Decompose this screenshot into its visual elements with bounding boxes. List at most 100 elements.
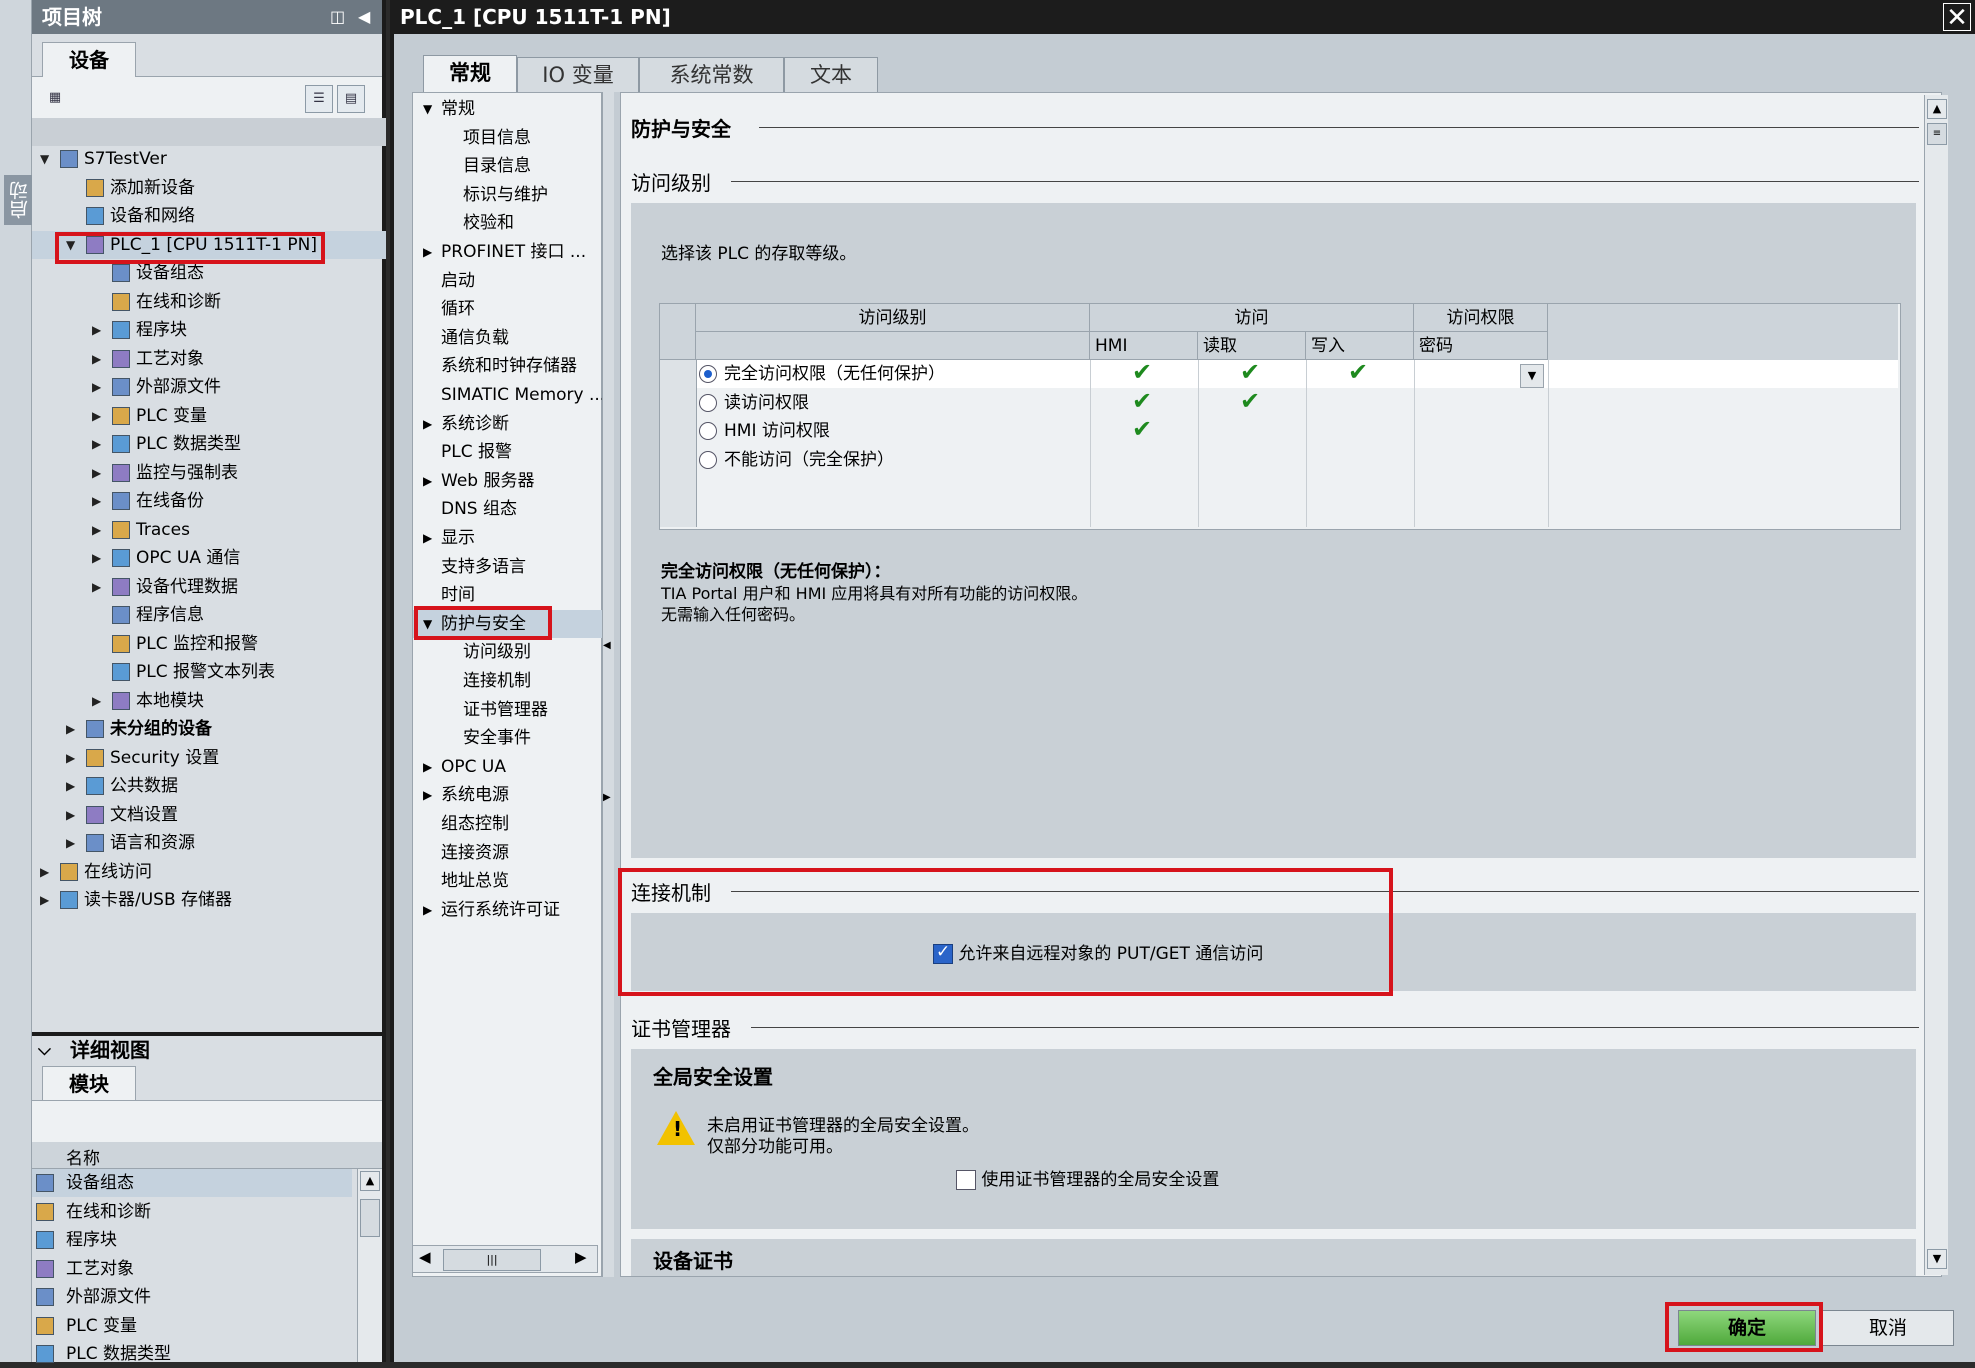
- tree-item[interactable]: 在线和诊断: [32, 288, 386, 316]
- access-radio[interactable]: [699, 365, 717, 383]
- nav-item[interactable]: 目录信息: [413, 152, 603, 180]
- nav-item[interactable]: 访问级别: [413, 638, 603, 666]
- h-scroll-thumb[interactable]: |||: [443, 1249, 541, 1271]
- list-view-icon[interactable]: ☰: [305, 85, 333, 113]
- detail-list-item[interactable]: PLC 数据类型: [32, 1340, 352, 1368]
- tree-item[interactable]: ▶ PLC 变量: [32, 402, 386, 430]
- tree-item[interactable]: ▶ PLC 数据类型: [32, 430, 386, 458]
- collapse-arrow-icon[interactable]: ▶: [423, 896, 432, 924]
- tree-item[interactable]: ▼ S7TestVer: [32, 145, 386, 173]
- collapse-arrow-icon[interactable]: ▶: [66, 715, 75, 743]
- access-radio[interactable]: [699, 450, 717, 469]
- collapse-arrow-icon[interactable]: ▶: [423, 524, 432, 552]
- collapse-arrow-icon[interactable]: ▶: [423, 753, 432, 781]
- nav-item[interactable]: ▶ Web 服务器: [413, 467, 603, 495]
- password-dropdown-icon[interactable]: ▼: [1520, 364, 1544, 388]
- scroll-up-icon[interactable]: ▲: [1927, 99, 1947, 119]
- tab-texts[interactable]: 文本: [784, 57, 878, 92]
- tree-item[interactable]: PLC 监控和报警: [32, 630, 386, 658]
- collapse-arrow-icon[interactable]: ▶: [92, 516, 101, 544]
- detail-list-item[interactable]: 工艺对象: [32, 1255, 352, 1283]
- collapse-arrow-icon[interactable]: ▶: [92, 487, 101, 515]
- collapse-arrow-icon[interactable]: ▶: [92, 345, 101, 373]
- expand-arrow-icon[interactable]: ▼: [40, 145, 49, 173]
- tree-properties-icon[interactable]: ▦: [42, 85, 68, 111]
- nav-item[interactable]: ▼ 常规: [413, 95, 603, 123]
- scroll-right-icon[interactable]: ▶: [575, 1248, 587, 1266]
- nav-item[interactable]: 标识与维护: [413, 181, 603, 209]
- scroll-up-icon[interactable]: ▲: [360, 1171, 380, 1191]
- collapse-arrow-icon[interactable]: ▶: [92, 316, 101, 344]
- detail-list-item[interactable]: 程序块: [32, 1226, 352, 1254]
- nav-hscrollbar[interactable]: ◀ ||| ▶: [412, 1245, 598, 1273]
- tab-general[interactable]: 常规: [423, 55, 517, 94]
- collapse-arrow-icon[interactable]: ▶: [66, 744, 75, 772]
- tree-item[interactable]: ▶ 工艺对象: [32, 345, 386, 373]
- global-security-option[interactable]: 使用证书管理器的全局安全设置: [956, 1165, 1219, 1190]
- tree-item[interactable]: ▶ 在线访问: [32, 858, 386, 886]
- expand-arrow-icon[interactable]: ▼: [423, 95, 432, 123]
- tree-item[interactable]: 程序信息: [32, 601, 386, 629]
- nav-splitter[interactable]: ◀ ▶: [602, 92, 614, 1277]
- nav-item[interactable]: DNS 组态: [413, 495, 603, 523]
- nav-item[interactable]: 组态控制: [413, 810, 603, 838]
- nav-item[interactable]: 时间: [413, 581, 603, 609]
- tree-item[interactable]: PLC 报警文本列表: [32, 658, 386, 686]
- access-row[interactable]: HMI 访问权限 ✔: [696, 415, 1898, 445]
- tree-item[interactable]: ▶ 外部源文件: [32, 373, 386, 401]
- panel-layout-icon[interactable]: ◫: [330, 0, 345, 34]
- access-radio[interactable]: [699, 422, 717, 440]
- collapse-arrow-icon[interactable]: ▶: [66, 772, 75, 800]
- collapse-arrow-icon[interactable]: ▶: [423, 238, 432, 266]
- access-row[interactable]: 完全访问权限（无任何保护） ✔ ✔ ✔: [696, 358, 1898, 388]
- tree-item[interactable]: ▶ 程序块: [32, 316, 386, 344]
- splitter-left-icon[interactable]: ◀: [603, 640, 611, 651]
- nav-item[interactable]: SIMATIC Memory ...: [413, 381, 605, 409]
- nav-item[interactable]: 证书管理器: [413, 696, 603, 724]
- tree-item[interactable]: ▶ 在线备份: [32, 487, 386, 515]
- tree-item[interactable]: 设备和网络: [32, 202, 386, 230]
- collapse-arrow-icon[interactable]: ▶: [423, 781, 432, 809]
- tab-system-constants[interactable]: 系统常数: [639, 57, 784, 92]
- cancel-button[interactable]: 取消: [1822, 1310, 1954, 1346]
- nav-item[interactable]: ▶ 系统电源: [413, 781, 603, 809]
- collapse-arrow-icon[interactable]: ▶: [66, 829, 75, 857]
- tree-item[interactable]: ▶ Security 设置: [32, 744, 386, 772]
- tree-item[interactable]: ▶ 公共数据: [32, 772, 386, 800]
- tree-item[interactable]: ▶ 未分组的设备: [32, 715, 386, 743]
- collapse-arrow-icon[interactable]: ▶: [40, 886, 49, 914]
- close-icon[interactable]: ✕: [1943, 3, 1971, 32]
- nav-item[interactable]: 项目信息: [413, 124, 603, 152]
- tree-item[interactable]: ▶ 设备代理数据: [32, 573, 386, 601]
- tree-item[interactable]: ▶ OPC UA 通信: [32, 544, 386, 572]
- tree-item[interactable]: ▶ 读卡器/USB 存储器: [32, 886, 386, 914]
- nav-item[interactable]: PLC 报警: [413, 438, 603, 466]
- nav-item[interactable]: ▶ 系统诊断: [413, 410, 603, 438]
- collapse-arrow-icon[interactable]: ▶: [92, 687, 101, 715]
- access-radio[interactable]: [699, 393, 717, 412]
- nav-item[interactable]: ▶ OPC UA: [413, 753, 603, 781]
- nav-item[interactable]: 循环: [413, 295, 603, 323]
- collapse-panel-icon[interactable]: ◀: [358, 0, 370, 34]
- nav-item[interactable]: 校验和: [413, 209, 603, 237]
- collapse-arrow-icon[interactable]: ▶: [40, 858, 49, 886]
- scroll-down-icon[interactable]: ▼: [1927, 1249, 1947, 1269]
- scroll-left-icon[interactable]: ◀: [419, 1248, 431, 1266]
- collapse-arrow-icon[interactable]: ▶: [92, 430, 101, 458]
- tree-item[interactable]: ▶ 监控与强制表: [32, 459, 386, 487]
- startup-side-tab[interactable]: 启动: [4, 175, 35, 225]
- scroll-thumb[interactable]: [360, 1199, 380, 1237]
- nav-item[interactable]: 启动: [413, 267, 603, 295]
- detail-scrollbar[interactable]: ▲: [357, 1169, 382, 1362]
- collapse-arrow-icon[interactable]: ▶: [423, 467, 432, 495]
- global-security-checkbox[interactable]: [956, 1170, 976, 1190]
- collapse-arrow-icon[interactable]: ▶: [66, 801, 75, 829]
- collapse-arrow-icon[interactable]: ▶: [423, 410, 432, 438]
- detail-list-item[interactable]: PLC 变量: [32, 1312, 352, 1340]
- tab-io-tags[interactable]: IO 变量: [517, 57, 639, 92]
- tree-item[interactable]: ▶ 语言和资源: [32, 829, 386, 857]
- tree-item[interactable]: 添加新设备: [32, 174, 386, 202]
- nav-item[interactable]: 通信负载: [413, 324, 603, 352]
- nav-item[interactable]: 系统和时钟存储器: [413, 352, 603, 380]
- add-device-view-icon[interactable]: ▤: [337, 85, 365, 113]
